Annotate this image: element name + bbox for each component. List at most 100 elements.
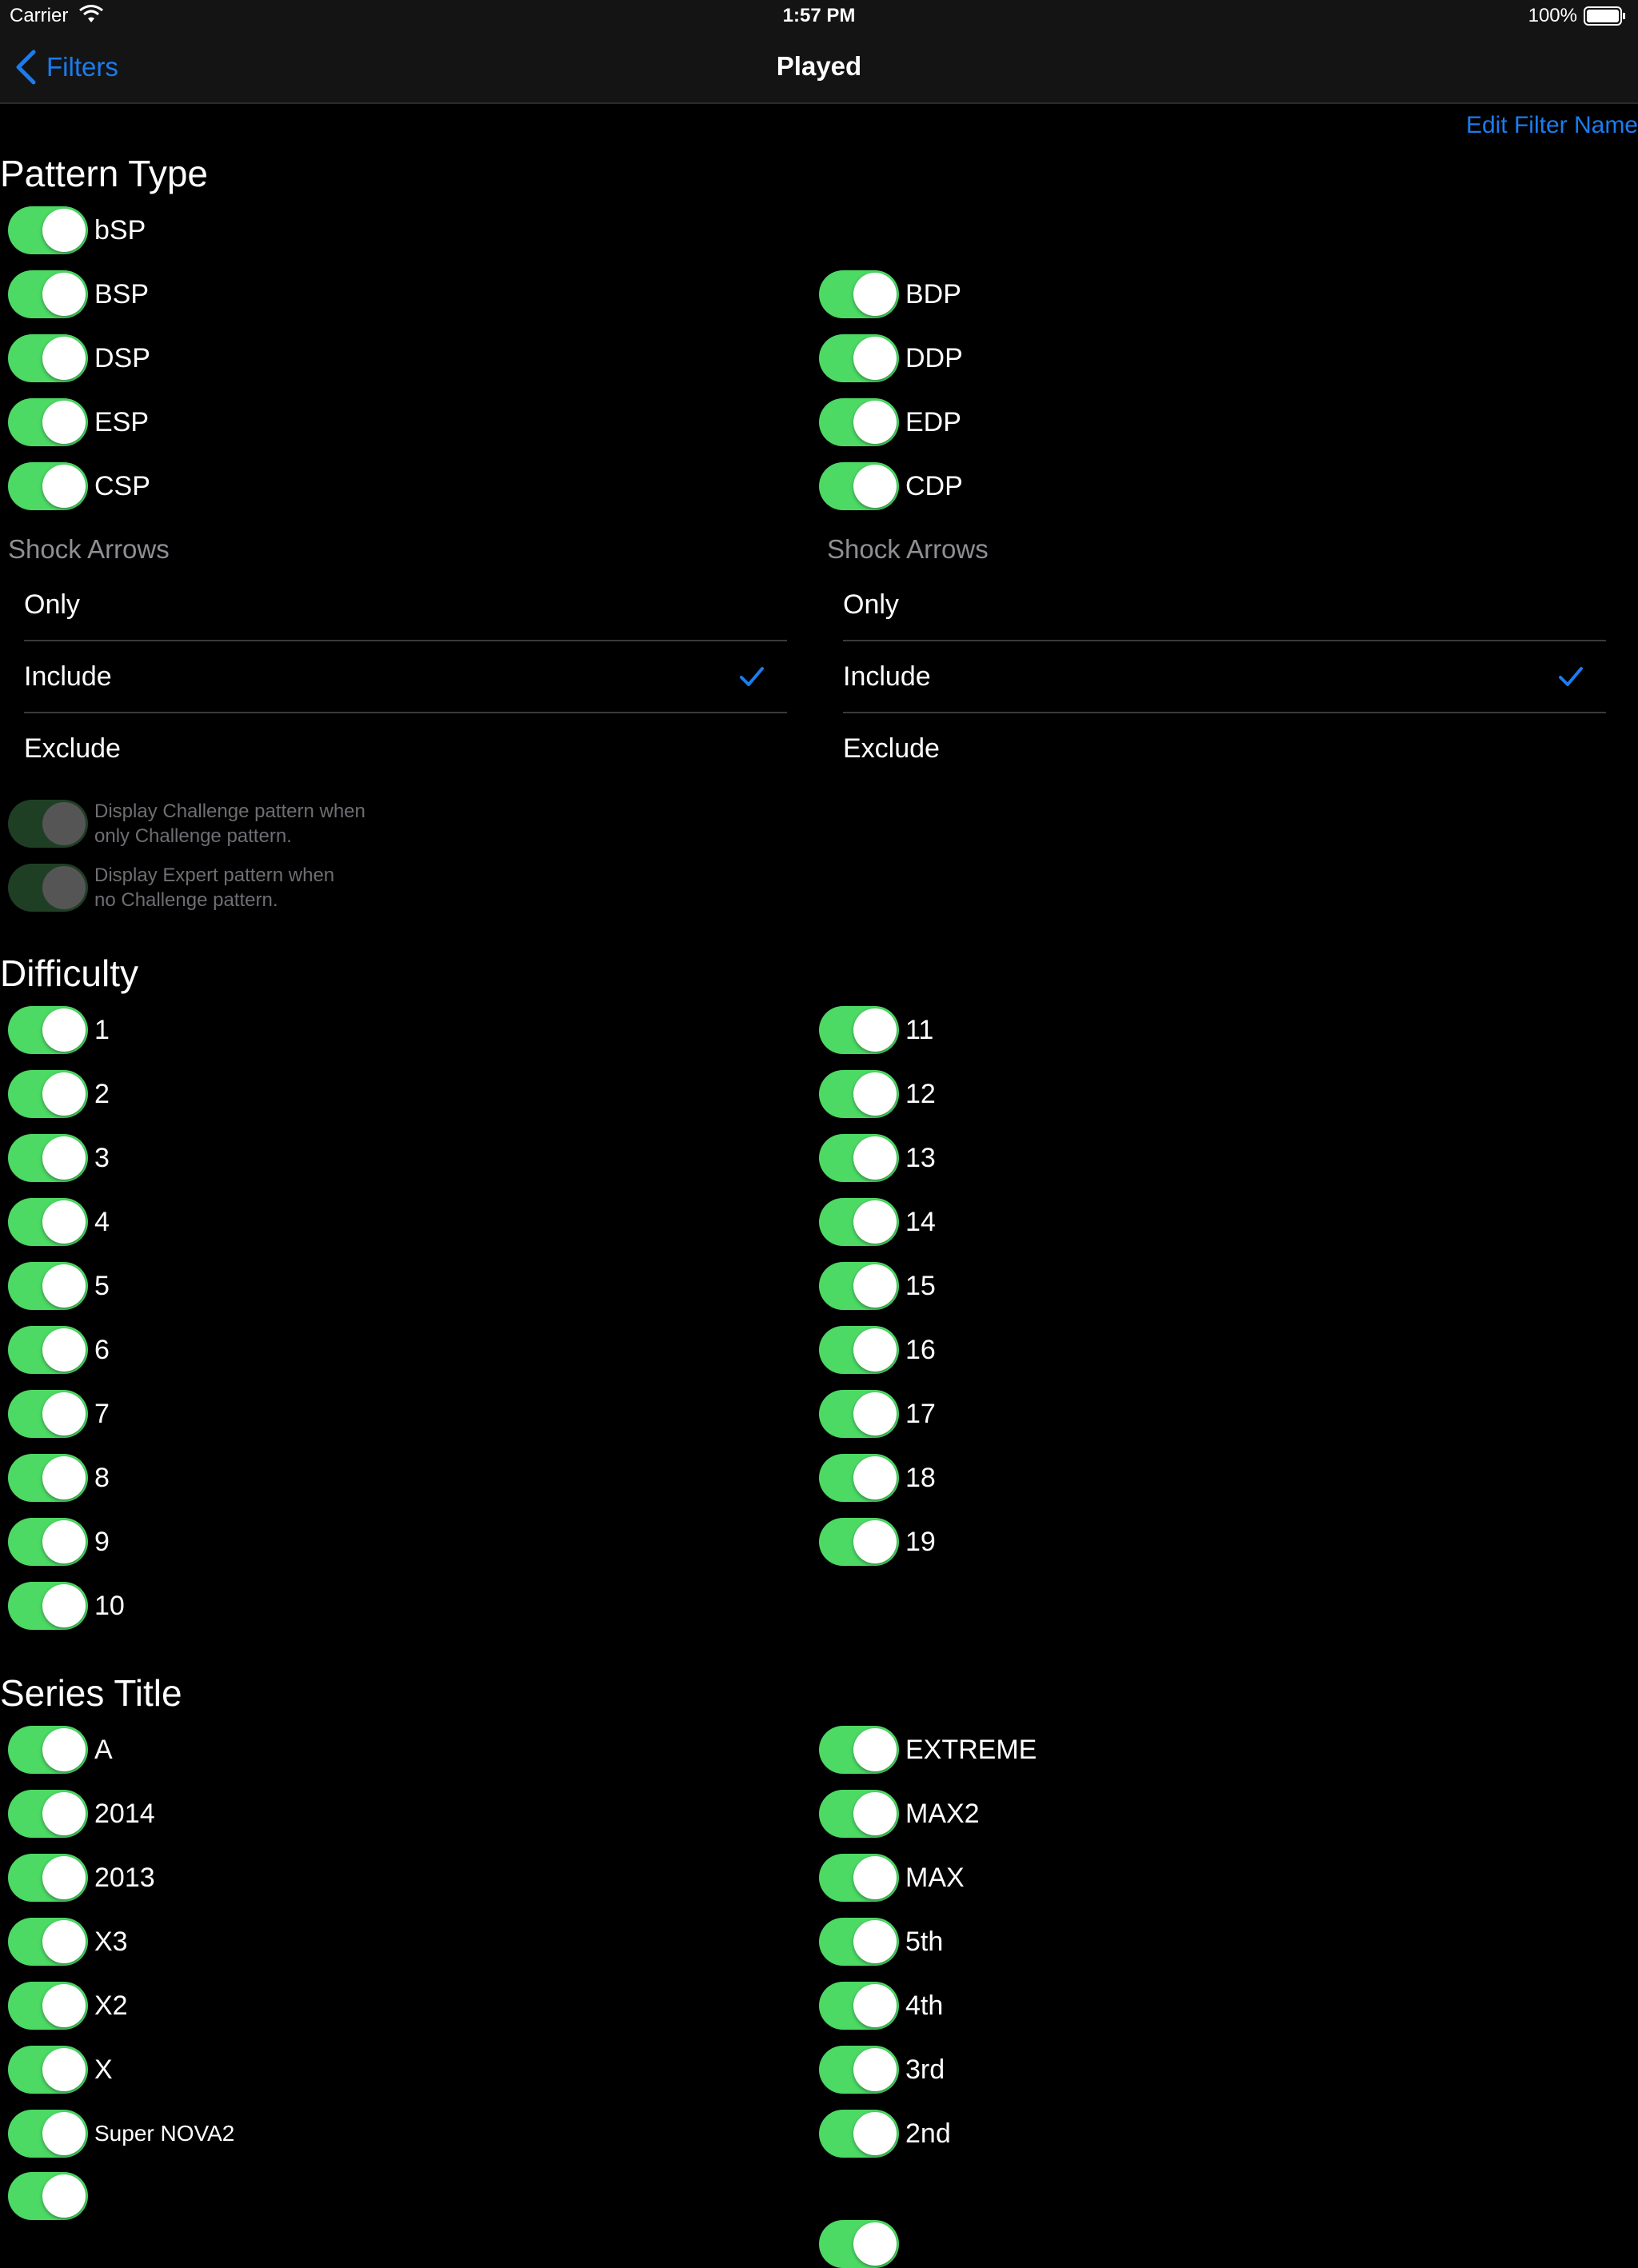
switch-knob <box>853 401 897 444</box>
difficulty-toggle-8[interactable] <box>8 1454 88 1502</box>
series-row: 2nd <box>819 2108 1037 2159</box>
shock-option-include[interactable]: Include <box>8 641 787 712</box>
note-line: Display Challenge pattern when <box>94 801 366 822</box>
shock-arrows-right: Shock Arrows Only Include Exclude <box>827 534 1606 784</box>
option-label: Exclude <box>843 733 940 764</box>
series-toggle-2013[interactable] <box>8 1854 88 1902</box>
series-row: X2 <box>8 1980 234 2031</box>
difficulty-toggle-16[interactable] <box>819 1326 899 1374</box>
series-toggle-x3[interactable] <box>8 1918 88 1966</box>
pattern-toggle-dsp[interactable] <box>8 334 88 382</box>
difficulty-toggle-9[interactable] <box>8 1518 88 1566</box>
expert-pattern-note: Display Expert pattern when no Challenge… <box>94 863 334 912</box>
difficulty-row: 7 <box>8 1388 125 1439</box>
difficulty-toggle-15[interactable] <box>819 1262 899 1310</box>
switch-knob <box>853 1728 897 1771</box>
pattern-toggle-cdp[interactable] <box>819 462 899 510</box>
switch-knob <box>42 465 86 508</box>
option-label: Include <box>24 661 112 692</box>
switch-knob <box>853 2048 897 2091</box>
difficulty-toggle-13[interactable] <box>819 1134 899 1182</box>
pattern-toggle-bsp[interactable] <box>8 270 88 318</box>
pattern-label: CDP <box>905 470 963 501</box>
difficulty-toggle-4[interactable] <box>8 1198 88 1246</box>
switch-knob <box>42 1920 86 1963</box>
pattern-label: EDP <box>905 406 961 437</box>
pattern-toggle-esp[interactable] <box>8 398 88 446</box>
series-toggle-x2[interactable] <box>8 1982 88 2030</box>
series-label: X3 <box>94 1926 128 1957</box>
battery-icon <box>1584 6 1625 26</box>
difficulty-row: 16 <box>819 1324 936 1376</box>
series-toggle-5th[interactable] <box>819 1918 899 1966</box>
switch-knob <box>42 1584 86 1627</box>
switch-knob <box>853 2222 897 2266</box>
series-toggle-partial-left[interactable] <box>8 2172 88 2220</box>
difficulty-toggle-19[interactable] <box>819 1518 899 1566</box>
series-toggle-2nd[interactable] <box>819 2110 899 2158</box>
difficulty-toggle-7[interactable] <box>8 1390 88 1438</box>
shock-option-only[interactable]: Only <box>827 569 1606 640</box>
pattern-toggle-bsp-lower[interactable] <box>8 206 88 254</box>
difficulty-row: 9 <box>8 1516 125 1567</box>
shock-option-only[interactable]: Only <box>8 569 787 640</box>
difficulty-toggle-18[interactable] <box>819 1454 899 1502</box>
shock-option-exclude[interactable]: Exclude <box>827 713 1606 784</box>
series-toggle-3rd[interactable] <box>819 2046 899 2094</box>
series-left-list: A 2014 2013 X3 X2 X Super NOVA2 <box>8 1724 234 2159</box>
difficulty-toggle-11[interactable] <box>819 1006 899 1054</box>
pattern-row-bsp-lower: bSP <box>8 205 150 256</box>
shock-option-exclude[interactable]: Exclude <box>8 713 787 784</box>
switch-knob <box>42 1856 86 1899</box>
switch-knob <box>42 1984 86 2027</box>
difficulty-toggle-17[interactable] <box>819 1390 899 1438</box>
difficulty-toggle-10[interactable] <box>8 1582 88 1630</box>
shock-option-include[interactable]: Include <box>827 641 1606 712</box>
series-toggle-partial-right[interactable] <box>819 2220 899 2268</box>
switch-knob <box>42 1072 86 1116</box>
switch-knob <box>42 2048 86 2091</box>
series-toggle-2014[interactable] <box>8 1790 88 1838</box>
series-row: X <box>8 2044 234 2095</box>
difficulty-row: 3 <box>8 1132 125 1184</box>
series-toggle-max2[interactable] <box>819 1790 899 1838</box>
series-toggle-x[interactable] <box>8 2046 88 2094</box>
difficulty-toggle-12[interactable] <box>819 1070 899 1118</box>
difficulty-row: 13 <box>819 1132 936 1184</box>
clock: 1:57 PM <box>782 5 856 26</box>
difficulty-row: 19 <box>819 1516 936 1567</box>
edit-filter-name-button[interactable]: Edit Filter Name <box>1466 112 1638 139</box>
difficulty-toggle-6[interactable] <box>8 1326 88 1374</box>
difficulty-toggle-3[interactable] <box>8 1134 88 1182</box>
pattern-toggle-csp[interactable] <box>8 462 88 510</box>
series-label: 2013 <box>94 1862 155 1893</box>
difficulty-label: 9 <box>94 1526 110 1557</box>
series-toggle-4th[interactable] <box>819 1982 899 2030</box>
series-row: 2014 <box>8 1788 234 1839</box>
option-label: Only <box>843 589 899 620</box>
series-toggle-super-nova2[interactable] <box>8 2110 88 2158</box>
series-toggle-extreme[interactable] <box>819 1726 899 1774</box>
difficulty-toggle-1[interactable] <box>8 1006 88 1054</box>
pattern-toggle-bdp[interactable] <box>819 270 899 318</box>
difficulty-row: 2 <box>8 1068 125 1120</box>
pattern-row-bdp: BDP <box>819 269 963 320</box>
difficulty-toggle-14[interactable] <box>819 1198 899 1246</box>
difficulty-label: 12 <box>905 1078 936 1109</box>
pattern-toggle-edp[interactable] <box>819 398 899 446</box>
difficulty-toggle-2[interactable] <box>8 1070 88 1118</box>
note-line: Display Expert pattern when <box>94 864 335 886</box>
difficulty-row: 15 <box>819 1260 936 1312</box>
status-bar: Carrier 1:57 PM 100% <box>0 0 1638 32</box>
pattern-toggle-ddp[interactable] <box>819 334 899 382</box>
difficulty-label: 4 <box>94 1206 110 1237</box>
challenge-pattern-toggle[interactable] <box>8 800 88 848</box>
difficulty-toggle-5[interactable] <box>8 1262 88 1310</box>
difficulty-right-list: 11 12 13 14 15 16 17 18 19 <box>819 1004 936 1567</box>
difficulty-label: 5 <box>94 1270 110 1301</box>
expert-pattern-toggle[interactable] <box>8 864 88 912</box>
difficulty-row: 8 <box>8 1452 125 1503</box>
switch-knob <box>42 337 86 380</box>
series-toggle-max[interactable] <box>819 1854 899 1902</box>
series-toggle-a[interactable] <box>8 1726 88 1774</box>
